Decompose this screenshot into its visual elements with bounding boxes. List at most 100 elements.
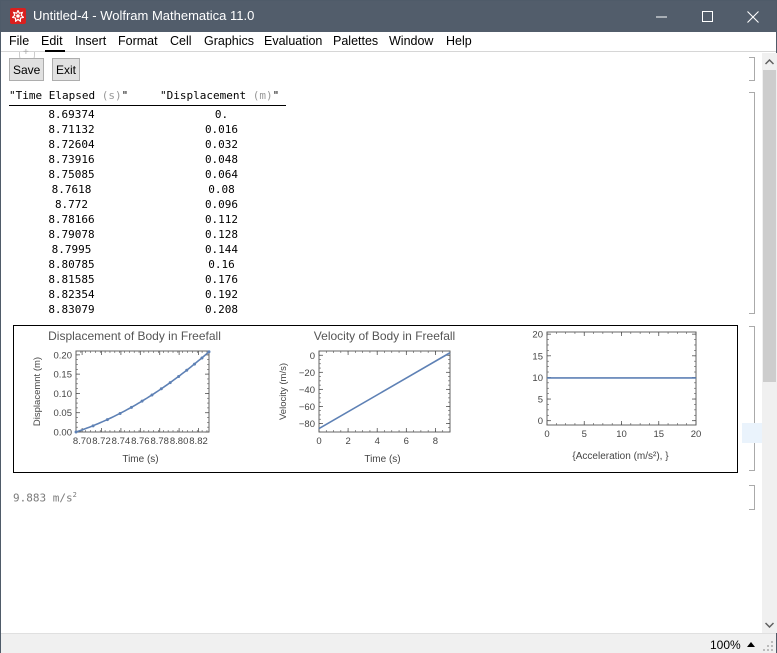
- title-bar: Untitled-4 - Wolfram Mathematica 11.0: [1, 1, 776, 32]
- y-tick-label: −40: [299, 385, 315, 396]
- chevron-down-icon: [765, 621, 774, 628]
- x-tick-label: 8.72: [92, 436, 111, 447]
- data-point: [177, 374, 181, 378]
- y-axis-label: Displacemnt (m): [32, 357, 43, 426]
- data-point: [200, 356, 204, 360]
- cell-bracket-table[interactable]: [749, 92, 755, 314]
- hover-highlight: [742, 423, 762, 443]
- data-point: [159, 387, 163, 391]
- x-tick-label: 10: [616, 429, 627, 440]
- status-bar: 100%: [1, 633, 776, 653]
- displacement-cell: 0.112: [204, 213, 239, 226]
- fit-curve: [75, 351, 210, 433]
- scroll-down-button[interactable]: [762, 616, 777, 633]
- data-point: [91, 424, 95, 428]
- y-tick-label: 20: [532, 330, 543, 341]
- time-cell: 8.69374: [48, 108, 95, 121]
- menu-format[interactable]: Format: [118, 34, 158, 48]
- data-point: [185, 368, 189, 372]
- y-tick-label: 0.10: [54, 389, 73, 400]
- menu-evaluation[interactable]: Evaluation: [264, 34, 322, 48]
- y-tick-label: 0: [538, 416, 543, 427]
- time-cell: 8.78166: [48, 213, 95, 226]
- y-tick-label: −20: [299, 368, 315, 379]
- cell-bracket-buttons[interactable]: [749, 57, 755, 81]
- x-tick-label: 8.78: [150, 436, 169, 447]
- displacement-cell: 0.032: [204, 138, 239, 151]
- table-row: 8.69374 0.: [9, 108, 286, 123]
- exit-button[interactable]: Exit: [52, 58, 81, 81]
- menu-edit[interactable]: Edit: [41, 34, 63, 48]
- data-point: [140, 399, 144, 403]
- menu-window[interactable]: Window: [389, 34, 433, 48]
- minimize-button[interactable]: [638, 1, 684, 32]
- menu-insert[interactable]: Insert: [75, 34, 106, 48]
- data-point: [168, 381, 172, 385]
- y-tick-label: −80: [299, 419, 315, 430]
- chart-title: Displacement of Body in Freefall: [48, 329, 221, 343]
- y-tick-label: −60: [299, 402, 315, 413]
- x-axis-label: Time (s): [122, 454, 158, 465]
- cell-bracket-result[interactable]: [749, 485, 755, 510]
- table-row: 8.83079 0.208: [9, 303, 286, 318]
- table-row: 8.7618 0.08: [9, 183, 286, 198]
- table-header: "Time Elapsed (s)" "Displacement (m)": [9, 89, 286, 106]
- displacement-cell: 0.144: [204, 243, 239, 256]
- displacement-cell: 0.08: [208, 183, 235, 196]
- x-tick-label: 8: [433, 436, 438, 447]
- menu-graphics[interactable]: Graphics: [204, 34, 254, 48]
- time-cell: 8.82354: [48, 288, 95, 301]
- save-button[interactable]: Save: [9, 58, 45, 81]
- menu-cell[interactable]: Cell: [170, 34, 192, 48]
- data-point: [105, 418, 109, 422]
- menu-palettes[interactable]: Palettes: [333, 34, 378, 48]
- x-axis-label: {Acceleration (m/s²), }: [572, 451, 669, 462]
- menu-file[interactable]: File: [9, 34, 29, 48]
- plus-icon: +: [23, 47, 29, 58]
- y-tick-label: 0.15: [54, 370, 73, 381]
- graphics-cell[interactable]: Displacement of Body in Freefall 8.70 8.72…: [13, 325, 738, 473]
- x-tick-label: 2: [345, 436, 350, 447]
- displacement-cell: 0.192: [204, 288, 239, 301]
- scrollbar-thumb[interactable]: [763, 70, 776, 382]
- time-cell: 8.71132: [48, 123, 95, 136]
- mathematica-window: Untitled-4 - Wolfram Mathematica 11.0 Fi…: [0, 0, 777, 653]
- x-tick-label: 4: [375, 436, 380, 447]
- x-tick-label: 8.70: [73, 436, 92, 447]
- chart-3: 0 5 10 15 20 0 5 10 15 20 {Acceleration (m/s²), }: [532, 330, 701, 462]
- cell-bracket-graphics[interactable]: [749, 326, 755, 471]
- close-button[interactable]: [730, 1, 776, 32]
- table-row: 8.79078 0.128: [9, 228, 286, 243]
- vertical-scrollbar[interactable]: [762, 53, 777, 633]
- close-icon: [747, 10, 759, 23]
- result-value: 9.883: [13, 491, 47, 505]
- maximize-button[interactable]: [684, 1, 730, 32]
- x-tick-label: 0: [316, 436, 321, 447]
- window-title: Untitled-4 - Wolfram Mathematica 11.0: [33, 8, 255, 23]
- data-point: [118, 411, 122, 415]
- menu-help[interactable]: Help: [446, 34, 472, 48]
- time-cell: 8.7618: [51, 183, 92, 196]
- time-cell: 8.79078: [48, 228, 95, 241]
- time-cell: 8.75085: [48, 168, 95, 181]
- resize-grip-icon[interactable]: [763, 641, 773, 651]
- table-row: 8.82354 0.192: [9, 288, 286, 303]
- data-point: [150, 393, 154, 397]
- x-tick-label: 6: [404, 436, 409, 447]
- table-row: 8.772 0.096: [9, 198, 286, 213]
- x-tick-label: 8.80: [170, 436, 189, 447]
- zoom-menu-arrow-icon[interactable]: [747, 642, 755, 647]
- scroll-up-button[interactable]: [762, 53, 777, 70]
- y-tick-label: 10: [532, 373, 543, 384]
- zoom-level[interactable]: 100%: [710, 638, 741, 652]
- displacement-cell: 0.048: [204, 153, 239, 166]
- table-row: 8.80785 0.16: [9, 258, 286, 273]
- series-line: [318, 352, 451, 430]
- header-displacement: "Displacement (m)": [160, 89, 280, 102]
- time-cell: 8.83079: [48, 303, 95, 316]
- chart-title: Velocity of Body in Freefall: [314, 329, 455, 343]
- x-tick-label: 15: [653, 429, 664, 440]
- data-point: [207, 350, 211, 354]
- displacement-cell: 0.016: [204, 123, 239, 136]
- chart-1: Displacement of Body in Freefall 8.70 8.72…: [32, 329, 221, 465]
